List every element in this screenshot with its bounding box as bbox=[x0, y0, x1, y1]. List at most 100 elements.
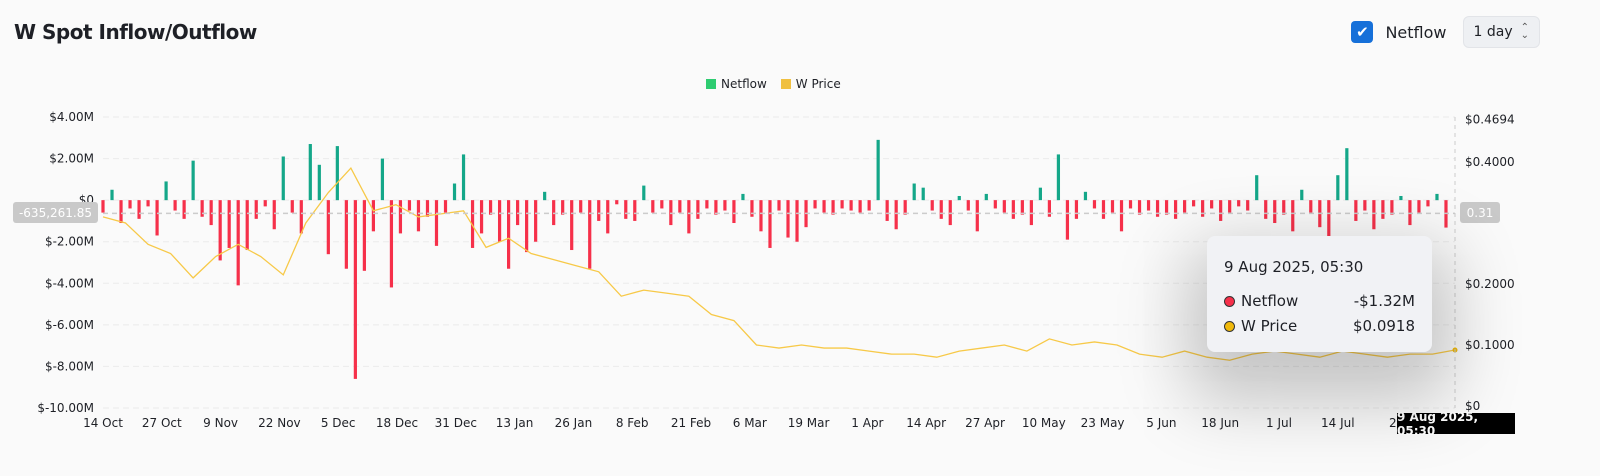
x-tick: 23 May bbox=[1081, 416, 1125, 430]
netflow-bar bbox=[813, 200, 817, 209]
netflow-bar bbox=[1210, 200, 1214, 209]
netflow-bar bbox=[1119, 200, 1124, 232]
netflow-bar bbox=[543, 191, 547, 201]
netflow-bar bbox=[461, 154, 466, 201]
netflow-bar bbox=[939, 200, 943, 219]
y-left-tick: $-10.00M bbox=[37, 401, 94, 415]
netflow-bar bbox=[1291, 200, 1295, 232]
netflow-bar bbox=[984, 193, 988, 201]
netflow-bar bbox=[155, 200, 159, 236]
netflow-bar bbox=[1183, 200, 1187, 213]
y-left-tick: $2.00M bbox=[49, 152, 94, 166]
price-dot-icon bbox=[1224, 320, 1235, 332]
netflow-bar bbox=[1083, 191, 1088, 201]
tooltip: 9 Aug 2025, 05:30 Netflow -$1.32M W Pric… bbox=[1207, 236, 1432, 352]
netflow-bar bbox=[507, 200, 511, 269]
netflow-bar bbox=[624, 200, 628, 219]
netflow-bar bbox=[1110, 200, 1115, 213]
netflow-bar bbox=[840, 200, 844, 209]
x-tick: 1 Apr bbox=[851, 416, 883, 430]
x-tick: 10 May bbox=[1022, 416, 1066, 430]
netflow-bar bbox=[849, 200, 853, 211]
netflow-bar bbox=[750, 200, 754, 217]
netflow-bar bbox=[362, 200, 366, 271]
netflow-bar bbox=[1074, 200, 1079, 219]
crosshair-right-label: 0.31 bbox=[1460, 202, 1500, 223]
netflow-bar bbox=[371, 200, 375, 232]
netflow-bar bbox=[1399, 195, 1403, 201]
netflow-bar bbox=[1309, 200, 1313, 213]
netflow-bar bbox=[137, 200, 141, 219]
netflow-bar bbox=[570, 200, 574, 251]
netflow-bar bbox=[957, 195, 961, 201]
netflow-bar bbox=[642, 185, 646, 201]
x-tick: 27 Apr bbox=[965, 416, 1005, 430]
netflow-bar bbox=[831, 200, 835, 215]
netflow-bar bbox=[353, 200, 357, 379]
netflow-bar bbox=[272, 200, 276, 230]
netflow-bar bbox=[281, 156, 285, 201]
netflow-bar bbox=[164, 181, 168, 201]
netflow-bar bbox=[912, 183, 916, 201]
tooltip-row-netflow: Netflow -$1.32M bbox=[1224, 292, 1415, 310]
netflow-bar bbox=[1101, 200, 1106, 219]
netflow-bar bbox=[227, 200, 231, 248]
x-tick: 27 Oct bbox=[142, 416, 182, 430]
x-tick: 14 Oct bbox=[83, 416, 123, 430]
netflow-bar bbox=[1065, 200, 1070, 240]
netflow-bar bbox=[723, 200, 727, 211]
netflow-bar bbox=[1047, 200, 1051, 217]
netflow-bar bbox=[1092, 200, 1097, 209]
netflow-bar bbox=[705, 200, 709, 209]
netflow-bar bbox=[1237, 200, 1241, 207]
x-tick: 6 Mar bbox=[733, 416, 767, 430]
netflow-bar bbox=[1201, 200, 1205, 217]
netflow-bar bbox=[633, 200, 637, 221]
netflow-bar bbox=[1363, 200, 1367, 211]
netflow-bar bbox=[858, 200, 862, 213]
netflow-bar bbox=[1146, 200, 1151, 211]
netflow-bar bbox=[678, 200, 682, 213]
netflow-bar bbox=[588, 200, 592, 269]
x-tick: 5 Dec bbox=[321, 416, 356, 430]
netflow-bar bbox=[867, 200, 871, 211]
netflow-bar bbox=[407, 200, 412, 211]
netflow-bar bbox=[651, 200, 655, 213]
netflow-bar bbox=[1219, 200, 1223, 221]
netflow-bar bbox=[452, 183, 457, 201]
x-tick: 26 Jan bbox=[555, 416, 593, 430]
x-tick: 13 Jan bbox=[496, 416, 534, 430]
netflow-bar bbox=[1336, 175, 1340, 201]
netflow-bar bbox=[975, 200, 979, 232]
netflow-bar bbox=[759, 200, 763, 232]
netflow-bar bbox=[1228, 200, 1232, 213]
netflow-bar bbox=[1255, 175, 1259, 201]
netflow-bar bbox=[434, 200, 439, 246]
x-tick: 8 Feb bbox=[616, 416, 649, 430]
netflow-bar bbox=[930, 200, 934, 211]
netflow-bar bbox=[525, 200, 529, 253]
netflow-bar bbox=[993, 200, 997, 209]
netflow-bar bbox=[191, 160, 195, 201]
netflow-bar bbox=[777, 200, 781, 211]
tooltip-date: 9 Aug 2025, 05:30 bbox=[1224, 258, 1364, 276]
x-tick: 5 Jun bbox=[1146, 416, 1176, 430]
netflow-bar bbox=[876, 139, 880, 201]
netflow-bar bbox=[921, 187, 925, 201]
y-left-tick: $-2.00M bbox=[45, 235, 94, 249]
netflow-bar bbox=[741, 193, 745, 201]
netflow-dot-icon bbox=[1224, 295, 1235, 307]
netflow-bar bbox=[1056, 154, 1061, 201]
crosshair-left-label: -635,261.85 bbox=[13, 202, 98, 223]
x-tick: 19 Mar bbox=[788, 416, 830, 430]
netflow-bar bbox=[254, 200, 258, 219]
netflow-bar bbox=[1137, 200, 1142, 215]
netflow-bar bbox=[218, 200, 222, 261]
netflow-bar bbox=[497, 200, 502, 242]
netflow-bar bbox=[488, 200, 493, 215]
netflow-bar bbox=[479, 200, 484, 234]
netflow-bar bbox=[1192, 200, 1196, 207]
netflow-bar bbox=[344, 200, 348, 269]
netflow-bar bbox=[1381, 200, 1385, 219]
netflow-bar bbox=[1011, 200, 1015, 219]
